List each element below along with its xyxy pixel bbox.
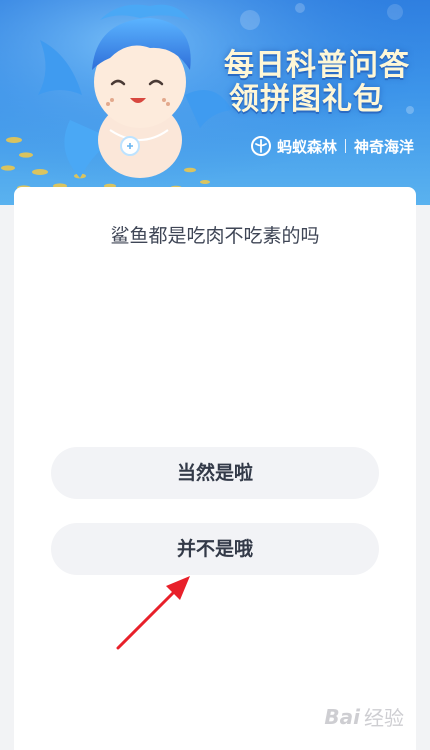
brand-row: 蚂蚁森林 神奇海洋 xyxy=(250,135,414,157)
quiz-question: 鲨鱼都是吃肉不吃素的吗 xyxy=(110,225,320,247)
sub-brand-name: 神奇海洋 xyxy=(353,137,414,156)
quiz-page: 每日科普问答 领拼图礼包 蚂蚁森林 神奇海洋 鲨鱼都是吃肉不吃素的吗 当然是啦 … xyxy=(0,0,430,750)
watermark-text: 经验 xyxy=(364,706,404,730)
ant-forest-logo-icon xyxy=(250,135,272,157)
red-arrow-icon xyxy=(116,576,190,650)
banner: 每日科普问答 领拼图礼包 蚂蚁森林 神奇海洋 xyxy=(0,0,430,205)
watermark: Bai 经验 xyxy=(324,702,404,731)
brand-divider xyxy=(344,139,346,153)
brand-name: 蚂蚁森林 xyxy=(276,137,337,156)
answer-option-2[interactable]: 并不是哦 xyxy=(51,523,379,575)
answer-option-1[interactable]: 当然是啦 xyxy=(51,447,379,499)
quiz-card: 鲨鱼都是吃肉不吃素的吗 当然是啦 并不是哦 xyxy=(14,187,416,750)
watermark-logo: Bai xyxy=(324,704,360,729)
banner-title-line2: 领拼图礼包 xyxy=(229,82,384,117)
